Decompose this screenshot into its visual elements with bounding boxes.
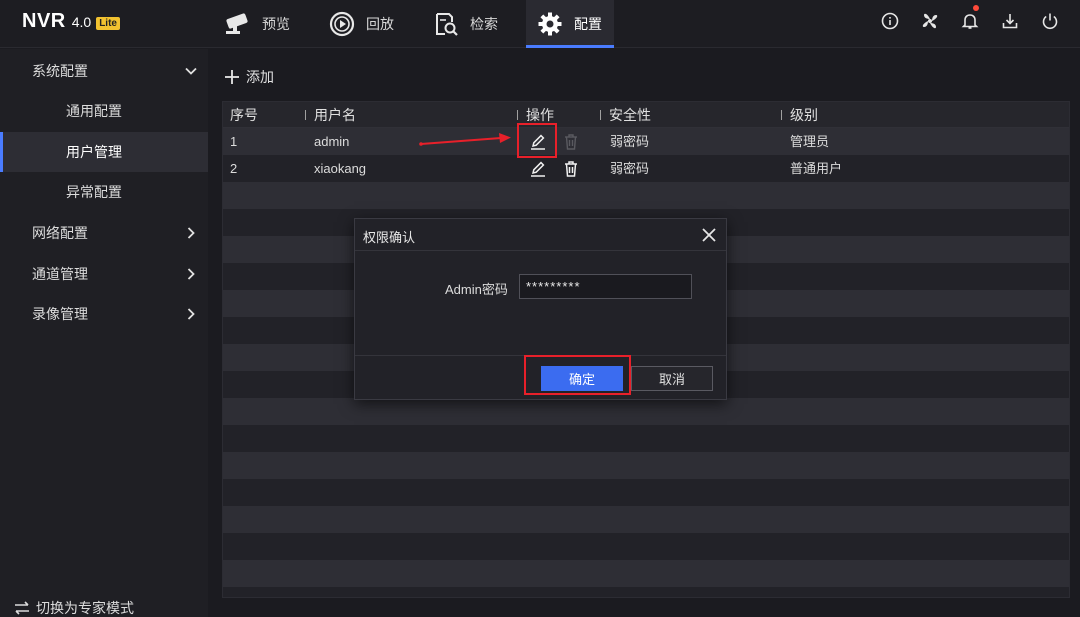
delete-icon-disabled	[561, 132, 581, 152]
cell-username: xiaokang	[314, 161, 367, 176]
app-name: NVR	[22, 10, 66, 32]
cell-security: 弱密码	[610, 161, 650, 176]
search-document-icon	[430, 8, 462, 40]
tab-playback[interactable]: 回放	[318, 0, 406, 48]
cell-index: 1	[230, 134, 238, 149]
sidebar-item-general-config[interactable]: 通用配置	[0, 91, 208, 131]
dialog-title: 权限确认	[363, 230, 416, 245]
add-label: 添加	[246, 69, 274, 85]
confirm-button-highlight	[524, 355, 631, 395]
expert-mode-label: 切换为专家模式	[36, 600, 134, 616]
empty-table-row	[223, 560, 1069, 587]
sidebar-group-system-config[interactable]: 系统配置	[0, 51, 208, 91]
chevron-right-icon	[187, 227, 195, 239]
sidebar-item-label: 通用配置	[66, 103, 122, 119]
app-logo: NVR 4.0 Lite	[22, 10, 120, 33]
empty-table-row	[223, 587, 1069, 597]
sidebar-group-channel-management[interactable]: 通道管理	[0, 254, 208, 294]
cell-level: 管理员	[790, 134, 830, 149]
expert-mode-switch[interactable]: 切换为专家模式	[14, 598, 134, 617]
close-icon[interactable]	[698, 224, 720, 246]
fan-icon[interactable]	[910, 1, 950, 41]
bell-icon[interactable]	[950, 1, 990, 41]
chevron-down-icon	[185, 67, 197, 75]
chevron-right-icon	[187, 268, 195, 280]
top-bar: NVR 4.0 Lite 预览 回放 检索 配置	[0, 0, 1080, 48]
empty-table-row	[223, 479, 1069, 506]
info-icon[interactable]	[870, 1, 910, 41]
tab-preview-label: 预览	[262, 16, 290, 32]
empty-table-row	[223, 425, 1069, 452]
tab-preview[interactable]: 预览	[214, 0, 302, 48]
app-version: 4.0	[71, 14, 92, 30]
chevron-right-icon	[187, 308, 195, 320]
delete-icon[interactable]	[561, 159, 581, 179]
edit-icon[interactable]	[528, 159, 548, 179]
dialog-header: 权限确认	[355, 219, 726, 251]
tab-playback-label: 回放	[366, 16, 394, 32]
cell-level: 普通用户	[790, 161, 843, 176]
power-icon[interactable]	[1030, 1, 1070, 41]
empty-table-row	[223, 398, 1069, 425]
swap-icon	[15, 601, 29, 615]
edit-icon-highlight	[517, 123, 557, 158]
empty-table-row	[223, 533, 1069, 560]
cell-security: 弱密码	[610, 134, 650, 149]
sidebar-group-network-config[interactable]: 网络配置	[0, 213, 208, 253]
cell-index: 2	[230, 161, 238, 176]
table-row[interactable]: 2 xiaokang 弱密码 普通用户	[223, 155, 1069, 182]
sidebar: 系统配置 通用配置 用户管理 异常配置 网络配置 通道管理 录像管理 切换为专家…	[0, 49, 208, 617]
table-row[interactable]: 1 admin 弱密码 管理员	[223, 128, 1069, 155]
empty-table-row	[223, 182, 1069, 209]
column-header-security: 安全性	[600, 102, 651, 128]
gear-icon	[534, 8, 566, 40]
sidebar-item-label: 用户管理	[66, 144, 122, 160]
sidebar-group-label: 系统配置	[32, 63, 88, 79]
cancel-button[interactable]: 取消	[631, 366, 713, 391]
sidebar-group-recording-management[interactable]: 录像管理	[0, 294, 208, 334]
sidebar-group-label: 网络配置	[32, 225, 88, 241]
tab-config[interactable]: 配置	[526, 0, 614, 48]
sidebar-item-user-management[interactable]: 用户管理	[0, 132, 208, 172]
sidebar-item-exception-config[interactable]: 异常配置	[0, 172, 208, 212]
camera-icon	[222, 8, 254, 40]
empty-table-row	[223, 506, 1069, 533]
table-header: 序号 用户名 操作 安全性 级别	[223, 102, 1069, 128]
download-icon[interactable]	[990, 1, 1030, 41]
notification-dot	[973, 5, 979, 11]
plus-icon	[225, 70, 239, 84]
admin-password-field[interactable]	[519, 274, 692, 299]
sidebar-item-label: 异常配置	[66, 184, 122, 200]
column-header-index: 序号	[230, 107, 258, 123]
sidebar-group-label: 通道管理	[32, 266, 88, 282]
tab-config-label: 配置	[574, 16, 602, 32]
tab-search[interactable]: 检索	[422, 0, 510, 48]
cell-username: admin	[314, 134, 350, 149]
column-header-level: 级别	[781, 102, 818, 128]
main-nav: 预览 回放 检索 配置	[214, 0, 630, 48]
playback-icon	[326, 8, 358, 40]
add-user-button[interactable]: 添加	[224, 67, 274, 87]
empty-table-row	[223, 452, 1069, 479]
lite-badge: Lite	[96, 17, 120, 30]
admin-password-label: Admin密码	[445, 282, 508, 297]
tab-search-label: 检索	[470, 16, 498, 32]
column-header-username: 用户名	[305, 102, 356, 128]
annotation-arrow	[419, 133, 511, 146]
sidebar-group-label: 录像管理	[32, 306, 88, 322]
top-icon-bar	[870, 0, 1070, 42]
